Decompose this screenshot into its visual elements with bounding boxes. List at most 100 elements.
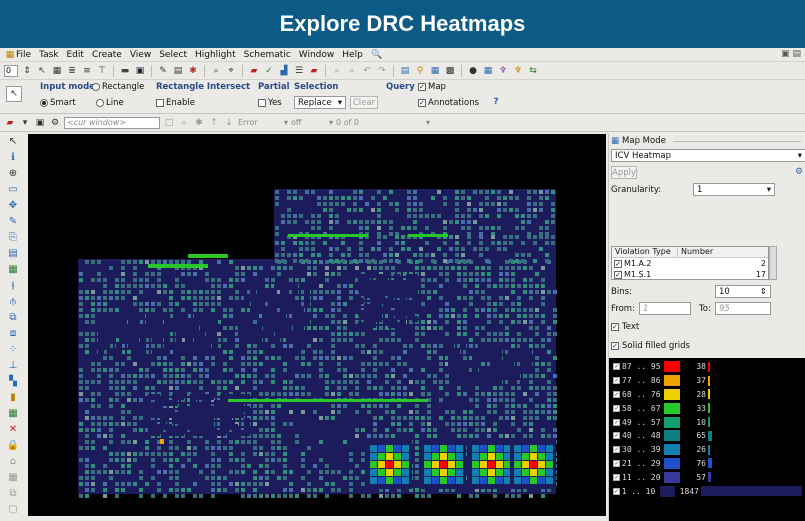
map-mode-icon[interactable]: ▦ (429, 65, 441, 77)
row-checkbox[interactable]: ✓ (614, 259, 622, 268)
legend-checkbox[interactable]: ✓ (613, 446, 620, 454)
window-tool-icon[interactable]: ⧉ (4, 486, 22, 500)
legend-row[interactable]: ✓ 30 .. 39 26 (613, 443, 802, 457)
ruler-icon[interactable]: ▤ (172, 65, 184, 77)
layer-number-field[interactable]: 0 (4, 64, 18, 77)
spin-icon[interactable]: ⇕ (21, 65, 33, 77)
drc-icon[interactable]: ▰ (248, 65, 260, 77)
lock-icon[interactable]: 🔒 (4, 438, 22, 452)
stack-tool-icon[interactable]: ▦ (4, 262, 22, 276)
annotations-checkbox[interactable]: ✓ Annotations (418, 98, 479, 108)
window-icon[interactable]: ▣ (34, 117, 46, 129)
layout-canvas[interactable] (28, 134, 606, 516)
table-row[interactable]: ✓ M1.A.2 2 (612, 258, 768, 269)
chart-tool-icon[interactable]: ▮ (4, 390, 22, 404)
compare-icon[interactable]: ⇆ (527, 65, 539, 77)
line-radio[interactable]: Line (96, 98, 124, 108)
legend-checkbox[interactable]: ✓ (613, 487, 620, 495)
options-icon[interactable]: ▾ (19, 117, 31, 129)
map-checkbox[interactable]: ✓ Map (418, 82, 446, 92)
drc-error-icon[interactable]: ▰ (4, 117, 16, 129)
legend-row[interactable]: ✓ 87 .. 95 38 (613, 360, 802, 374)
info-icon[interactable]: ℹ (4, 150, 22, 164)
legend-checkbox[interactable]: ✓ (613, 418, 620, 426)
legend-checkbox[interactable]: ✓ (613, 459, 620, 467)
count-dropdown[interactable]: 0 of 0 ▾ (336, 117, 430, 129)
column-header[interactable]: Violation Type (612, 247, 678, 257)
grid-icon[interactable]: ▦ (51, 65, 63, 77)
route-tool-icon[interactable]: ⫛ (4, 294, 22, 308)
table-scrollbar[interactable] (769, 246, 777, 280)
up-arrow-icon[interactable]: ↑ (208, 117, 220, 129)
pen-icon[interactable]: ✎ (157, 65, 169, 77)
probe-icon[interactable]: ♆ (512, 65, 524, 77)
snap-icon[interactable]: ✱ (187, 65, 199, 77)
smart-radio[interactable]: Smart (40, 98, 76, 108)
pointer-icon[interactable]: ↖ (36, 65, 48, 77)
rect-tool-icon[interactable]: ▭ (4, 182, 22, 196)
zoom-icon[interactable]: ⌕ (210, 65, 222, 77)
array-tool-icon[interactable]: ⁘ (4, 342, 22, 356)
layers-icon[interactable]: ≣ (66, 65, 78, 77)
unlock-icon[interactable]: ⌂ (4, 454, 22, 468)
legend-row[interactable]: ✓ 68 .. 76 28 (613, 388, 802, 402)
rectangle-radio[interactable]: Rectangle (92, 82, 144, 92)
net-icon[interactable]: ♆ (497, 65, 509, 77)
redo-icon[interactable]: ↷ (376, 65, 388, 77)
legend-row[interactable]: ✓ 1 .. 10 1847 (613, 484, 802, 498)
edit-tool-icon[interactable]: ✎ (4, 214, 22, 228)
menu-schematic[interactable]: Schematic (244, 50, 291, 60)
box-icon[interactable]: □ (163, 117, 175, 129)
legend-row[interactable]: ✓ 21 .. 29 76 (613, 457, 802, 471)
measure-tool-icon[interactable]: ▦ (4, 406, 22, 420)
filter-icon[interactable]: ⊤ (96, 65, 108, 77)
to-input[interactable]: 95 (715, 302, 771, 315)
align-tool-icon[interactable]: ⊥ (4, 358, 22, 372)
merge-tool-icon[interactable]: ⧈ (4, 326, 22, 340)
legend-checkbox[interactable]: ✓ (613, 432, 620, 440)
legend-checkbox[interactable]: ✓ (613, 390, 620, 398)
delete-tool-icon[interactable]: ✕ (4, 422, 22, 436)
copy-tool-icon[interactable]: ⎘ (4, 230, 22, 244)
from-input[interactable]: 1 (639, 302, 691, 315)
menu-create[interactable]: Create (92, 50, 122, 60)
frame-tool-icon[interactable]: ▢ (4, 502, 22, 516)
help-icon[interactable]: ? (490, 96, 502, 108)
window-input[interactable]: <cur window> (64, 116, 160, 129)
menu-highlight[interactable]: Highlight (195, 50, 236, 60)
menu-edit[interactable]: Edit (67, 50, 84, 60)
column-header[interactable]: Number (678, 247, 713, 257)
find-icon[interactable]: ⌕ (331, 65, 343, 77)
stretch-tool-icon[interactable]: ▚ (4, 374, 22, 388)
gear-icon[interactable]: ⚙ (49, 117, 61, 129)
split-tool-icon[interactable]: ⫲ (4, 278, 22, 292)
search-icon[interactable]: 🔍 (371, 49, 383, 61)
zoom-fit-icon[interactable]: ⌖ (225, 65, 237, 77)
select-arrow-icon[interactable]: ↖ (6, 86, 22, 102)
bins-spinbox[interactable]: 10 ⇕ (715, 285, 771, 298)
move-tool-icon[interactable]: ✥ (4, 198, 22, 212)
layer-tool-icon[interactable]: ▤ (4, 246, 22, 260)
legend-checkbox[interactable]: ✓ (613, 363, 620, 371)
list-icon[interactable]: ☰ (293, 65, 305, 77)
legend-row[interactable]: ✓ 11 .. 20 57 (613, 470, 802, 484)
settings-gear-icon[interactable]: ⚙ (793, 166, 805, 178)
granularity-dropdown[interactable]: 1 ▾ (693, 183, 775, 196)
folder-icon[interactable]: ▬ (119, 65, 131, 77)
select-tool-icon[interactable]: ↖ (4, 134, 22, 148)
menu-view[interactable]: View (130, 50, 151, 60)
legend-row[interactable]: ✓ 58 .. 67 33 (613, 401, 802, 415)
zoom-error-icon[interactable]: ⌕ (178, 117, 190, 129)
down-arrow-icon[interactable]: ↓ (223, 117, 235, 129)
apply-button[interactable]: Apply (611, 166, 637, 179)
grid-toggle-icon[interactable]: ▦ (4, 470, 22, 484)
hierarchy-icon[interactable]: ▦ (482, 65, 494, 77)
menu-file[interactable]: File (16, 50, 31, 60)
enable-checkbox[interactable]: Enable (156, 98, 195, 108)
clear-button[interactable]: Clear (350, 96, 378, 109)
yes-checkbox[interactable]: Yes (258, 98, 282, 108)
error-icon[interactable]: ▰ (308, 65, 320, 77)
display-icon[interactable]: ▩ (444, 65, 456, 77)
solid-checkbox[interactable]: ✓ Solid filled grids (611, 341, 690, 351)
menu-help[interactable]: Help (342, 50, 363, 60)
